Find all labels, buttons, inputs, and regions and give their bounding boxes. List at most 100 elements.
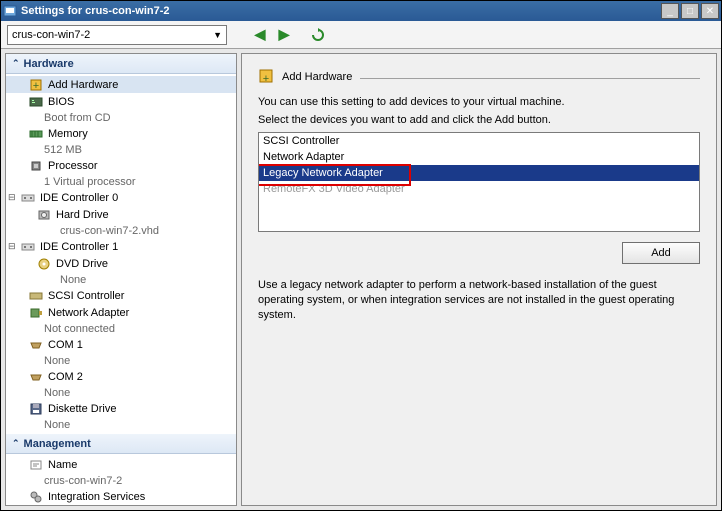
- tree-bios[interactable]: BIOS: [6, 93, 236, 110]
- tree-scsi[interactable]: SCSI Controller: [6, 287, 236, 304]
- tree-processor[interactable]: Processor: [6, 157, 236, 174]
- tree-dvd-detail: None: [6, 272, 236, 287]
- hardware-section-header[interactable]: ⌃ Hardware: [6, 54, 236, 74]
- tree-bios-detail: Boot from CD: [6, 110, 236, 125]
- refresh-button[interactable]: [309, 26, 327, 44]
- tree-label: Name: [48, 459, 77, 471]
- controller-icon: [20, 191, 36, 205]
- svg-text:+: +: [33, 80, 39, 92]
- add-hardware-icon: +: [28, 78, 44, 92]
- tree-integration-services[interactable]: Integration Services: [6, 488, 236, 505]
- tree-memory[interactable]: Memory: [6, 125, 236, 142]
- panel-description-2: Select the devices you want to add and c…: [258, 114, 700, 126]
- tree-label: IDE Controller 1: [40, 241, 118, 253]
- integration-icon: [28, 490, 44, 504]
- maximize-button[interactable]: □: [681, 3, 699, 19]
- com-port-icon: [28, 370, 44, 384]
- tree-label: Hard Drive: [56, 209, 109, 221]
- name-icon: [28, 458, 44, 472]
- listbox-item-legacy-nic[interactable]: Legacy Network Adapter: [259, 165, 699, 181]
- tree-network-adapter[interactable]: Network Adapter: [6, 304, 236, 321]
- svg-text:+: +: [263, 73, 269, 85]
- section-label: Hardware: [24, 58, 74, 70]
- window-title: Settings for crus-con-win7-2: [21, 5, 659, 17]
- tree-com1[interactable]: COM 1: [6, 336, 236, 353]
- settings-window: Settings for crus-con-win7-2 _ □ ✕ crus-…: [0, 0, 722, 511]
- controller-icon: [20, 240, 36, 254]
- vm-select-combo[interactable]: crus-con-win7-2 ▼: [7, 25, 227, 45]
- tree-add-hardware[interactable]: + Add Hardware: [6, 76, 236, 93]
- expand-icon[interactable]: ⊟: [8, 241, 20, 252]
- nic-icon: [28, 306, 44, 320]
- tree-label: IDE Controller 0: [40, 192, 118, 204]
- tree-label: Add Hardware: [48, 79, 118, 91]
- tree-com1-detail: None: [6, 353, 236, 368]
- tree-nic-detail: Not connected: [6, 321, 236, 336]
- toolbar: crus-con-win7-2 ▼ ◀ ▶: [1, 21, 721, 49]
- tree-diskette[interactable]: Diskette Drive: [6, 400, 236, 417]
- management-section-header[interactable]: ⌃ Management: [6, 434, 236, 454]
- listbox-item-scsi[interactable]: SCSI Controller: [259, 133, 699, 149]
- panel-title: Add Hardware: [282, 71, 352, 83]
- app-icon: [3, 4, 17, 18]
- collapse-icon: ⌃: [12, 438, 20, 449]
- tree-com2[interactable]: COM 2: [6, 368, 236, 385]
- tree-ide1[interactable]: ⊟ IDE Controller 1: [6, 238, 236, 255]
- tree-label: Network Adapter: [48, 307, 129, 319]
- scsi-icon: [28, 289, 44, 303]
- tree-name-detail: crus-con-win7-2: [6, 473, 236, 488]
- minimize-button[interactable]: _: [661, 3, 679, 19]
- button-row: Add: [258, 242, 700, 264]
- com-port-icon: [28, 338, 44, 352]
- panel-description-1: You can use this setting to add devices …: [258, 96, 700, 108]
- vm-select-value: crus-con-win7-2: [12, 29, 90, 41]
- dvd-icon: [36, 257, 52, 271]
- diskette-icon: [28, 402, 44, 416]
- tree-diskette-detail: None: [6, 417, 236, 432]
- tree-dvd-drive[interactable]: DVD Drive: [6, 255, 236, 272]
- titlebar[interactable]: Settings for crus-con-win7-2 _ □ ✕: [1, 1, 721, 21]
- tree-label: Memory: [48, 128, 88, 140]
- tree-ide0[interactable]: ⊟ IDE Controller 0: [6, 189, 236, 206]
- memory-icon: [28, 127, 44, 141]
- tree-hard-drive[interactable]: Hard Drive: [6, 206, 236, 223]
- bios-icon: [28, 95, 44, 109]
- listbox-item-remotefx[interactable]: RemoteFX 3D Video Adapter: [259, 181, 699, 197]
- left-panel: ⌃ Hardware + Add Hardware BIOS Boot from…: [5, 53, 237, 506]
- tree-label: COM 2: [48, 371, 83, 383]
- processor-icon: [28, 159, 44, 173]
- add-button[interactable]: Add: [622, 242, 700, 264]
- tree-label: DVD Drive: [56, 258, 108, 270]
- tree-label: Integration Services: [48, 491, 145, 503]
- close-button[interactable]: ✕: [701, 3, 719, 19]
- forward-button[interactable]: ▶: [275, 26, 293, 44]
- content-area: ⌃ Hardware + Add Hardware BIOS Boot from…: [1, 49, 721, 510]
- tree-hard-drive-detail: crus-con-win7-2.vhd: [6, 223, 236, 238]
- device-listbox[interactable]: SCSI Controller Network Adapter Legacy N…: [258, 132, 700, 232]
- panel-title-row: + Add Hardware: [258, 68, 700, 86]
- hardware-tree: + Add Hardware BIOS Boot from CD Memory …: [6, 74, 236, 434]
- add-hardware-icon: +: [258, 68, 276, 86]
- right-panel: + Add Hardware You can use this setting …: [241, 53, 717, 506]
- back-button[interactable]: ◀: [251, 26, 269, 44]
- tree-label: SCSI Controller: [48, 290, 124, 302]
- tree-label: COM 1: [48, 339, 83, 351]
- collapse-icon: ⌃: [12, 58, 20, 69]
- management-tree: Name crus-con-win7-2 Integration Service…: [6, 454, 236, 506]
- chevron-down-icon: ▼: [213, 30, 222, 40]
- title-divider: [360, 78, 700, 79]
- tree-label: BIOS: [48, 96, 74, 108]
- tree-label: Diskette Drive: [48, 403, 116, 415]
- panel-info-text: Use a legacy network adapter to perform …: [258, 278, 700, 323]
- listbox-item-nic[interactable]: Network Adapter: [259, 149, 699, 165]
- tree-memory-detail: 512 MB: [6, 142, 236, 157]
- tree-name[interactable]: Name: [6, 456, 236, 473]
- hard-drive-icon: [36, 208, 52, 222]
- nav-buttons: ◀ ▶: [251, 26, 327, 44]
- expand-icon[interactable]: ⊟: [8, 192, 20, 203]
- window-buttons: _ □ ✕: [659, 3, 719, 19]
- tree-label: Processor: [48, 160, 98, 172]
- tree-com2-detail: None: [6, 385, 236, 400]
- section-label: Management: [24, 438, 91, 450]
- tree-processor-detail: 1 Virtual processor: [6, 174, 236, 189]
